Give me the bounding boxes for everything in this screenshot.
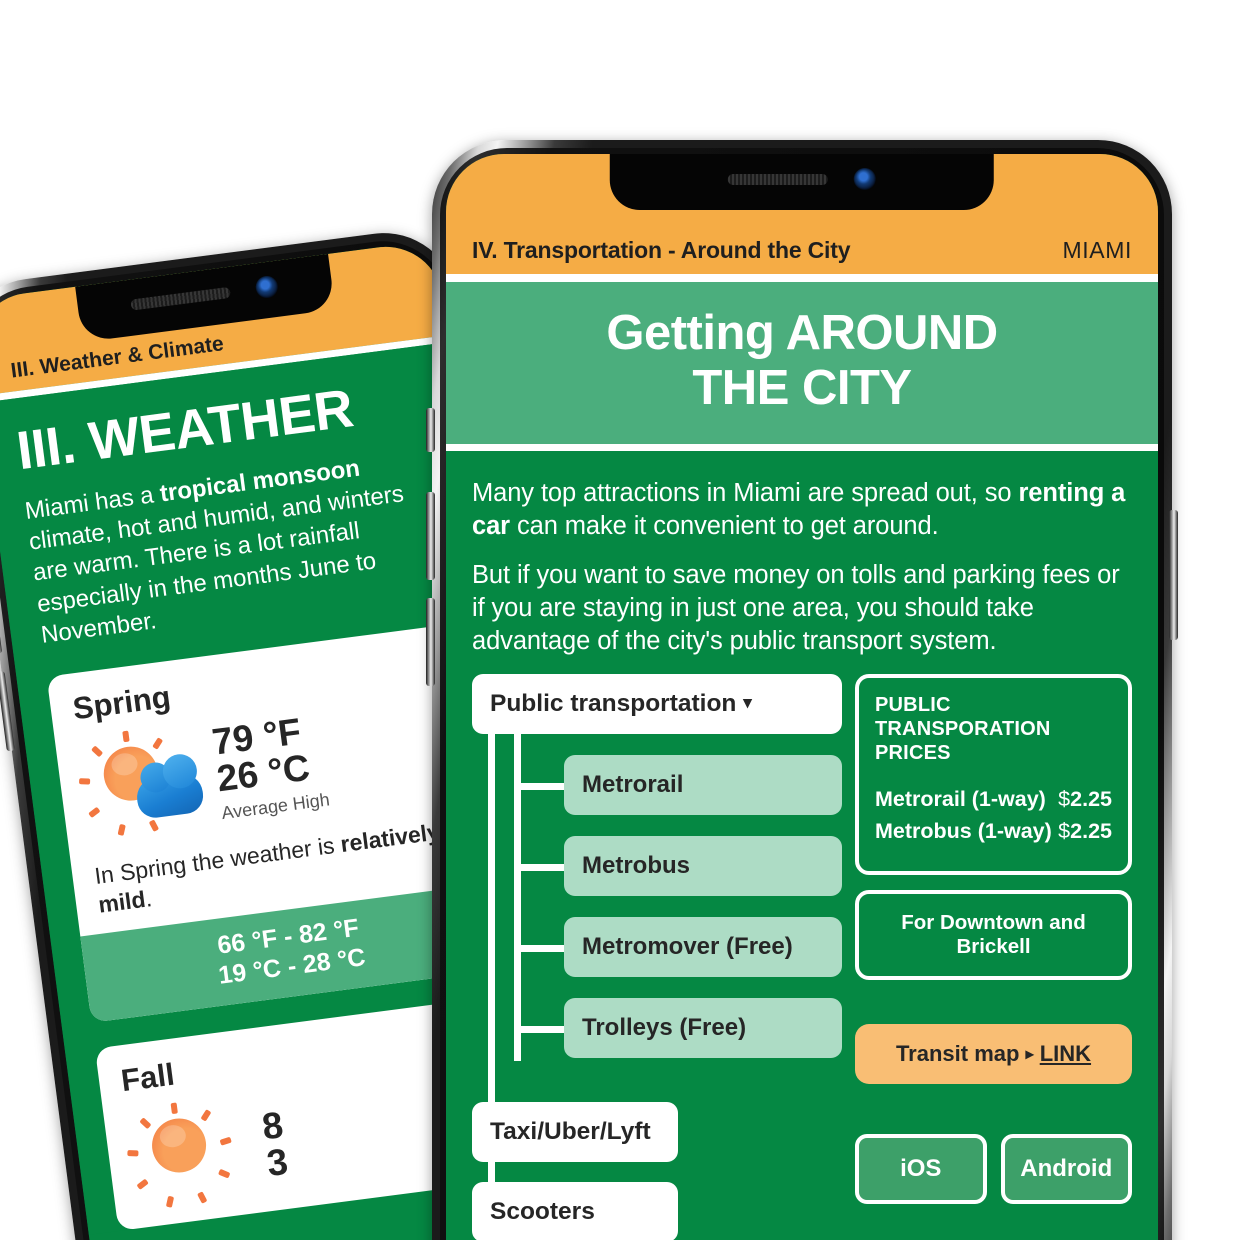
sun-icon-fall <box>148 1115 210 1176</box>
earpiece-speaker-icon-front <box>728 173 828 185</box>
volume-up-button-front[interactable] <box>426 492 435 580</box>
screenshot-canvas: III. Weather & Climate III. WEATHER Miam… <box>0 0 1240 1240</box>
tree-node-label: Public transportation <box>490 690 737 718</box>
mute-switch-front[interactable] <box>426 408 435 452</box>
volume-down-button-front[interactable] <box>426 598 435 686</box>
sun-behind-cloud-icon <box>77 724 209 843</box>
city-label: MIAMI <box>1062 237 1132 263</box>
power-button-front[interactable] <box>1169 510 1178 640</box>
tree-node-scooters[interactable]: Scooters <box>472 1182 678 1240</box>
phone-notch-front <box>609 154 995 210</box>
page-title-line2: THE CITY <box>692 360 912 415</box>
cloud-icon <box>134 771 206 820</box>
price-row: Metrobus (1-way) $2.25 <box>875 819 1112 844</box>
tree-node-metrobus[interactable]: Metrobus <box>564 836 842 897</box>
tree-subnode-wrap-2: Metromover (Free) <box>472 917 842 978</box>
note-box: For Downtown and Brickell <box>855 890 1132 981</box>
main-content: Many top attractions in Miami are spread… <box>446 450 1158 1240</box>
currency-symbol: $ <box>1058 819 1071 844</box>
content-columns: Public transportation ▾ Metrorail Metrob… <box>472 674 1132 1240</box>
price-rows: Metrorail (1-way) $2.25 Metrobus (1-way)… <box>875 787 1112 844</box>
info-column: PUBLIC TRANSPORATION PRICES Metrorail (1… <box>855 674 1132 1240</box>
price-amount: 2.25 <box>1070 787 1112 812</box>
tree-node-taxi-uber-lyft[interactable]: Taxi/Uber/Lyft <box>472 1102 678 1163</box>
tree-container: Public transportation ▾ Metrorail Metrob… <box>472 674 842 1240</box>
tree-subnode-wrap-3: Trolleys (Free) <box>472 998 842 1059</box>
app-store-buttons: iOS Android <box>855 1134 1132 1205</box>
price-label: Metrobus (1-way) <box>875 819 1052 844</box>
intro-p1-after: can make it convenient to get around. <box>510 511 939 540</box>
sun-icon-wrapper-fall <box>125 1096 257 1215</box>
transport-tree: Public transportation ▾ Metrorail Metrob… <box>472 674 842 1240</box>
phone-device-transportation: IV. Transportation - Around the City MIA… <box>426 140 1178 1240</box>
season-desc-mid: is <box>316 831 343 860</box>
transit-map-label: Transit map <box>895 1041 1020 1067</box>
season-desc-before: In Spring the weather <box>92 834 320 889</box>
tree-node-metromover[interactable]: Metromover (Free) <box>564 917 842 978</box>
tree-subnode-wrap-1: Metrobus <box>472 836 842 897</box>
breadcrumb: IV. Transportation - Around the City <box>472 237 851 263</box>
price-value: $2.25 <box>1058 819 1112 844</box>
page-title-line1: Getting AROUND <box>606 306 998 360</box>
tree-node-label: Metrorail <box>582 771 684 799</box>
tree-spine-main <box>488 726 495 1240</box>
tree-node-label: Metromover (Free) <box>582 933 793 961</box>
transit-map-button[interactable]: Transit map ▸ LINK <box>855 1024 1132 1085</box>
season-temperatures: 79 °F 26 °C Average High <box>210 710 331 824</box>
tree-node-label: Trolleys (Free) <box>582 1014 747 1042</box>
price-box-heading: PUBLIC TRANSPORATION PRICES <box>875 694 1051 764</box>
season-card-body: Spring 79 °F 26 °C Average High In Sprin… <box>47 624 489 937</box>
page-title: Getting AROUND THE CITY <box>466 306 1138 416</box>
front-camera-icon-front <box>854 168 876 190</box>
phone-screen-transportation: IV. Transportation - Around the City MIA… <box>446 154 1158 1240</box>
intro-p1-before: Many top attractions in Miami are spread… <box>472 478 1019 507</box>
transit-map-link[interactable]: LINK <box>1040 1041 1091 1066</box>
chevron-down-icon[interactable]: ▾ <box>743 693 752 712</box>
tree-spine-sub <box>514 726 521 1062</box>
tree-node-label: Scooters <box>490 1198 595 1226</box>
android-button[interactable]: Android <box>1000 1134 1132 1205</box>
intro-paragraph-2: But if you want to save money on tolls a… <box>472 561 1120 656</box>
tree-node-metrorail[interactable]: Metrorail <box>564 755 842 816</box>
tree-node-label: Taxi/Uber/Lyft <box>490 1118 651 1146</box>
price-amount: 2.25 <box>1070 819 1112 844</box>
back-intro-paragraph: Miami has a tropical monsoon climate, ho… <box>23 443 452 651</box>
season-temp-celsius-fall: 3 <box>264 1140 291 1184</box>
topbar-divider <box>446 274 1158 282</box>
tree-node-trolleys[interactable]: Trolleys (Free) <box>564 998 842 1059</box>
price-label: Metrorail (1-way) <box>875 787 1046 812</box>
season-temp-fahrenheit-fall: 8 <box>259 1103 286 1148</box>
earpiece-speaker-icon <box>130 286 232 311</box>
title-band: Getting AROUND THE CITY <box>446 282 1158 444</box>
price-value: $2.25 <box>1058 787 1112 812</box>
price-box: PUBLIC TRANSPORATION PRICES Metrorail (1… <box>855 674 1132 876</box>
tree-node-label: Metrobus <box>582 852 690 880</box>
ios-button[interactable]: iOS <box>855 1134 987 1205</box>
intro-paragraph-1: Many top attractions in Miami are spread… <box>472 477 1132 543</box>
play-arrow-icon: ▸ <box>1025 1046 1034 1064</box>
season-temperatures-fall: 8 3 <box>259 1103 291 1184</box>
front-camera-icon <box>254 274 280 300</box>
tree-node-public-transportation[interactable]: Public transportation ▾ <box>472 674 842 735</box>
tree-subnode-wrap-0: Metrorail <box>472 755 842 816</box>
title-divider <box>446 443 1158 451</box>
price-row: Metrorail (1-way) $2.25 <box>875 787 1112 812</box>
currency-symbol: $ <box>1058 787 1071 812</box>
